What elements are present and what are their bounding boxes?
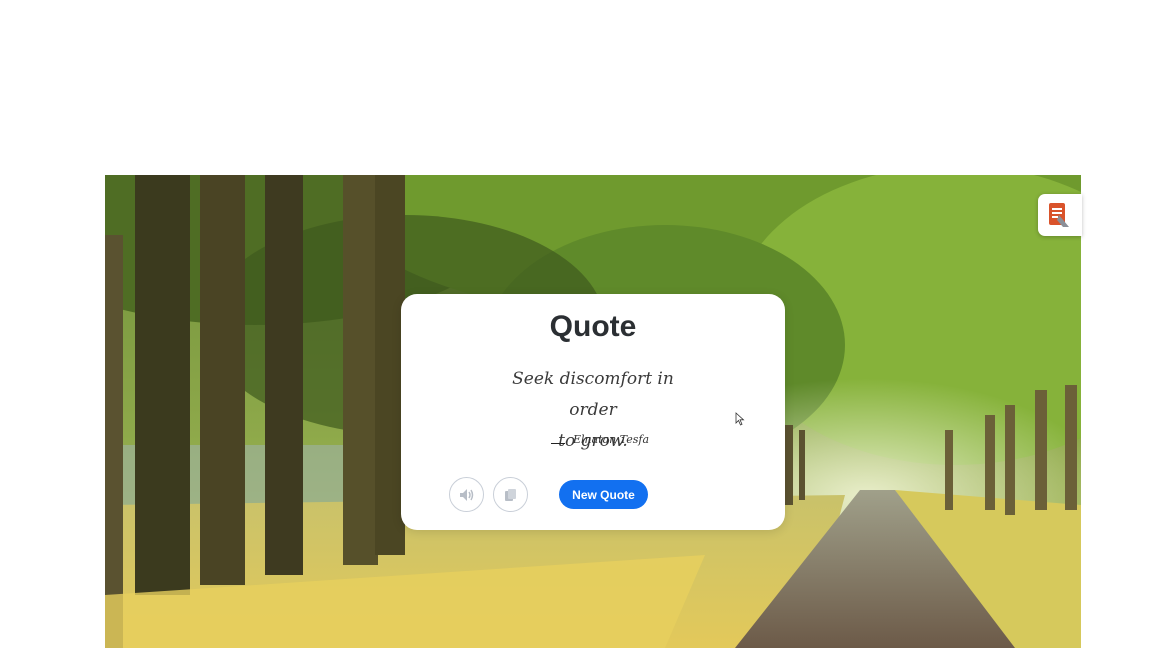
speaker-icon: [459, 488, 473, 501]
new-quote-button[interactable]: New Quote: [559, 480, 648, 509]
card-title: Quote: [549, 310, 637, 343]
author-row: Elnatan Tesfa: [551, 433, 649, 446]
author-dash: [551, 443, 565, 444]
speak-button[interactable]: [449, 477, 484, 512]
reader-extension-icon: [1049, 203, 1069, 227]
mouse-cursor-icon: [735, 412, 745, 426]
extension-badge[interactable]: [1038, 194, 1082, 236]
author-name: Elnatan Tesfa: [573, 433, 650, 446]
copy-icon: [504, 488, 516, 501]
copy-button[interactable]: [493, 477, 528, 512]
quote-card: Quote Seek discomfort in order to grow. …: [401, 294, 785, 530]
quote-line-1: Seek discomfort in order: [512, 369, 674, 420]
